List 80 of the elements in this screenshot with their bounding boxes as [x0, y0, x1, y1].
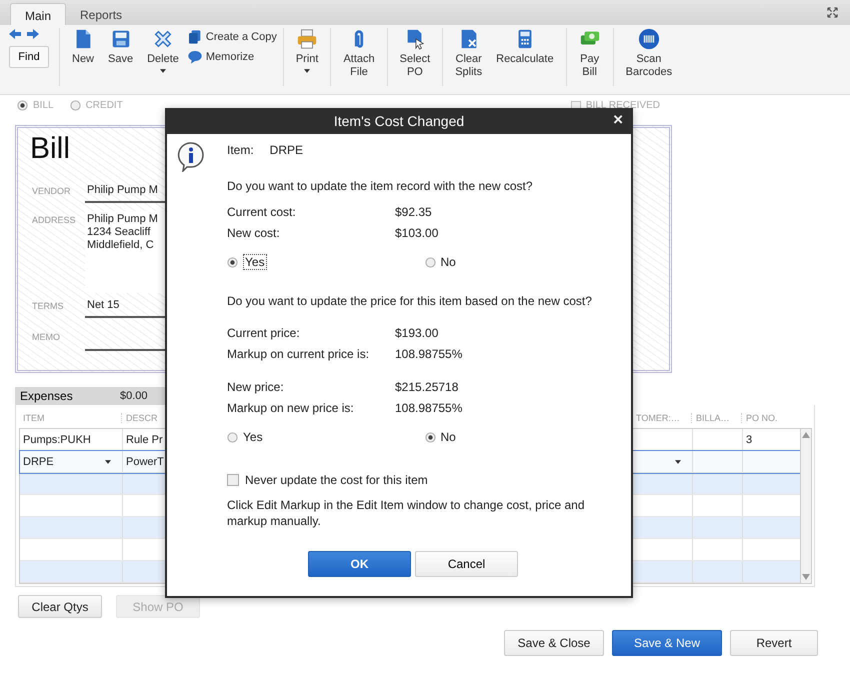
- value-text: $103.00: [395, 226, 438, 242]
- toolbar-button[interactable]: Memorize: [186, 49, 277, 65]
- value-text: 108.98755%: [395, 401, 462, 417]
- printer-icon: [296, 28, 318, 50]
- toolbar-button[interactable]: Attach File: [337, 28, 381, 86]
- caret-icon: [675, 460, 681, 464]
- value-text: $92.35: [395, 205, 432, 221]
- toolbar-button[interactable]: Delete: [141, 28, 185, 86]
- checkbox-label: Never update the cost for this item: [245, 473, 428, 487]
- field-label: TERMS: [32, 300, 64, 311]
- button[interactable]: Clear Qtys: [18, 595, 102, 618]
- radio-button[interactable]: [424, 432, 436, 442]
- toolbar-button[interactable]: New: [66, 28, 100, 86]
- amount: $0.00: [120, 390, 148, 402]
- radio-label: Yes: [243, 254, 267, 270]
- toolbar-button[interactable]: Scan Barcodes: [620, 28, 678, 86]
- value-text: $193.00: [395, 326, 438, 342]
- scroll-up-icon[interactable]: [802, 432, 810, 438]
- value-label: New cost:: [227, 226, 281, 242]
- barcode-disc-icon: [638, 28, 660, 50]
- radio-button[interactable]: [424, 256, 436, 268]
- toolbar-button[interactable]: Save: [102, 28, 140, 86]
- field-label: MEMO: [32, 331, 61, 342]
- dialog-title: Item's Cost Changed: [334, 113, 464, 129]
- find-button[interactable]: Find: [9, 46, 49, 68]
- radio-button[interactable]: [17, 100, 28, 111]
- field-label: ADDRESS: [32, 214, 77, 225]
- tab[interactable]: Main: [10, 3, 66, 25]
- expand-icon[interactable]: [827, 7, 838, 18]
- table-cell: Pumps:PUKH: [23, 434, 91, 446]
- item-name: DRPE: [270, 143, 304, 157]
- table-cell: DRPE: [23, 456, 54, 468]
- toolbar-button[interactable]: Pay Bill: [572, 28, 607, 86]
- info-icon: [177, 142, 205, 172]
- button[interactable]: Revert: [730, 630, 818, 656]
- toolbar-button[interactable]: Create a Copy: [186, 29, 277, 45]
- value-label: Current price:: [227, 326, 301, 342]
- tab[interactable]: Expenses: [20, 389, 120, 403]
- radio-label: BILL: [33, 100, 54, 111]
- toolbar-button[interactable]: Print: [290, 28, 324, 86]
- back-arrow-icon[interactable]: [9, 28, 21, 40]
- speech-bubble-icon: [186, 49, 203, 65]
- radio-button[interactable]: [227, 256, 238, 268]
- radio-button[interactable]: [70, 100, 81, 111]
- copy-icon: [186, 29, 203, 45]
- table-cell: Rule Pr: [126, 434, 163, 446]
- radio-label: Yes: [243, 430, 263, 444]
- form-title: Bill: [30, 132, 70, 167]
- button[interactable]: Cancel: [415, 551, 518, 577]
- toolbar-button[interactable]: Select PO: [394, 28, 436, 86]
- close-button[interactable]: ×: [613, 112, 623, 128]
- toolbar-button[interactable]: Recalculate: [490, 28, 560, 86]
- checkbox-label: BILL RECEIVED: [586, 100, 660, 111]
- scroll-down-icon[interactable]: [802, 574, 810, 580]
- checkbox[interactable]: [227, 474, 239, 486]
- button[interactable]: OK: [308, 551, 411, 577]
- tab[interactable]: Reports: [66, 3, 136, 25]
- field-label: VENDOR: [32, 185, 72, 196]
- table-cell: PowerT: [126, 456, 164, 468]
- scrollbar[interactable]: [800, 428, 812, 584]
- forward-arrow-icon[interactable]: [27, 28, 39, 40]
- radio-button[interactable]: [227, 432, 238, 442]
- question-text: Do you want to update the item record with the new cost?: [227, 179, 534, 193]
- value-label: Markup on new price is:: [227, 401, 355, 417]
- radio-label: No: [440, 430, 456, 444]
- question-text: Do you want to update the price for this item based on the new cost?: [227, 294, 593, 308]
- value-label: New price:: [227, 380, 285, 396]
- button[interactable]: Save & Close: [504, 630, 604, 656]
- note-text: Click Edit Markup in the Edit Item window to change cost, price and markup manually.: [227, 497, 586, 529]
- radio-label: No: [440, 255, 456, 269]
- value-label: Markup on current price is:: [227, 347, 370, 363]
- button[interactable]: Save & New: [612, 630, 722, 656]
- caret-icon: [105, 460, 111, 464]
- radio-label: CREDIT: [86, 100, 123, 111]
- toolbar-button[interactable]: Clear Splits: [449, 28, 488, 86]
- value-text: 108.98755%: [395, 347, 462, 363]
- value-label: Current cost:: [227, 205, 297, 221]
- field-label: Item:: [227, 143, 254, 157]
- table-cell: 3: [746, 434, 752, 446]
- value-text: $215.25718: [395, 380, 458, 396]
